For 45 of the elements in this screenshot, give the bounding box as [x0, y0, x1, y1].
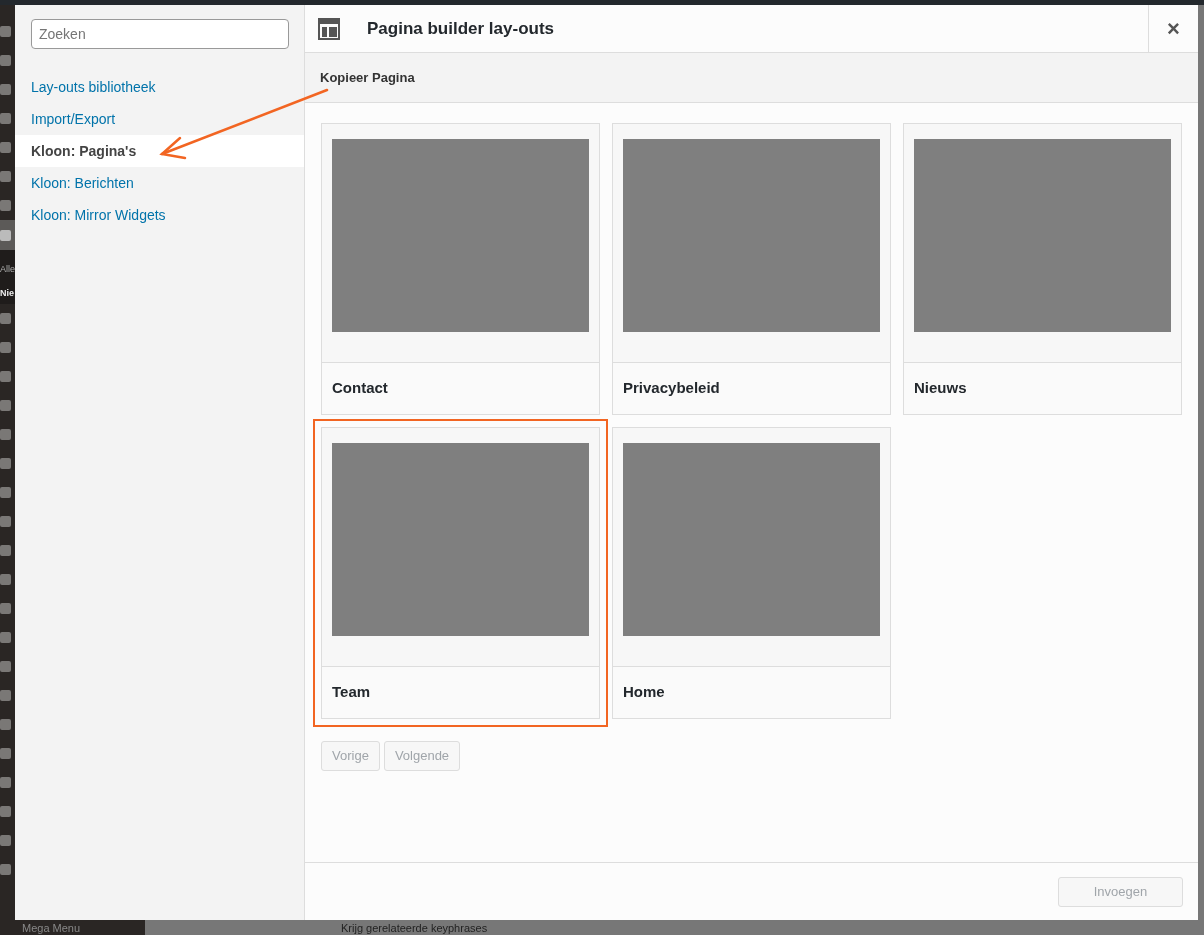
menu-icon[interactable]: [0, 806, 11, 817]
menu-icon[interactable]: [0, 55, 11, 66]
layout-card[interactable]: Team: [321, 427, 600, 719]
section-title: Kopieer Pagina: [320, 68, 415, 87]
menu-icon[interactable]: [0, 313, 11, 324]
menu-icon[interactable]: [0, 690, 11, 701]
menu-icon[interactable]: [0, 371, 11, 382]
menu-icon[interactable]: [0, 632, 11, 643]
menu-icon[interactable]: [0, 835, 11, 846]
menu-icon[interactable]: [0, 574, 11, 585]
menu-icon[interactable]: [0, 142, 11, 153]
menu-icon[interactable]: [0, 516, 11, 527]
layout-card[interactable]: Home: [612, 427, 891, 719]
menu-icon[interactable]: [0, 429, 11, 440]
menu-icon[interactable]: [0, 748, 11, 759]
menu-icon[interactable]: [0, 719, 11, 730]
menu-icon[interactable]: [0, 487, 11, 498]
sidebar-item[interactable]: Import/Export: [15, 103, 304, 135]
menu-icon[interactable]: [0, 26, 11, 37]
menu-icon[interactable]: [0, 777, 11, 788]
submenu-item[interactable]: Nie: [0, 288, 15, 298]
sidebar-item[interactable]: Lay-outs bibliotheek: [15, 71, 304, 103]
menu-icon[interactable]: [0, 200, 11, 211]
menu-icon[interactable]: [0, 864, 11, 875]
menu-icon[interactable]: [0, 661, 11, 672]
layout-card[interactable]: Privacybeleid: [612, 123, 891, 415]
search-field[interactable]: Zoeken: [31, 19, 289, 49]
modal-title: Pagina builder lay-outs: [367, 17, 556, 40]
sidebar-item[interactable]: Kloon: Berichten: [15, 167, 304, 199]
menu-icon[interactable]: [0, 171, 11, 182]
submenu-item[interactable]: Alle: [0, 264, 15, 274]
menu-icon[interactable]: [0, 400, 11, 411]
menu-icon[interactable]: [0, 603, 11, 614]
layout-icon: [318, 17, 340, 40]
menu-icon[interactable]: [0, 545, 11, 556]
menu-icon[interactable]: [0, 229, 11, 241]
layout-card[interactable]: Contact: [321, 123, 600, 415]
layout-card[interactable]: Nieuws: [903, 123, 1182, 415]
menu-icon[interactable]: [0, 84, 11, 95]
sidebar-item[interactable]: Kloon: Pagina's: [15, 135, 304, 167]
menu-icon[interactable]: [0, 342, 11, 353]
background-text: Krijg gerelateerde keyphrases: [341, 921, 488, 934]
menu-icon[interactable]: [0, 458, 11, 469]
sidebar-item[interactable]: Kloon: Mirror Widgets: [15, 199, 304, 231]
menu-icon[interactable]: [0, 113, 11, 124]
